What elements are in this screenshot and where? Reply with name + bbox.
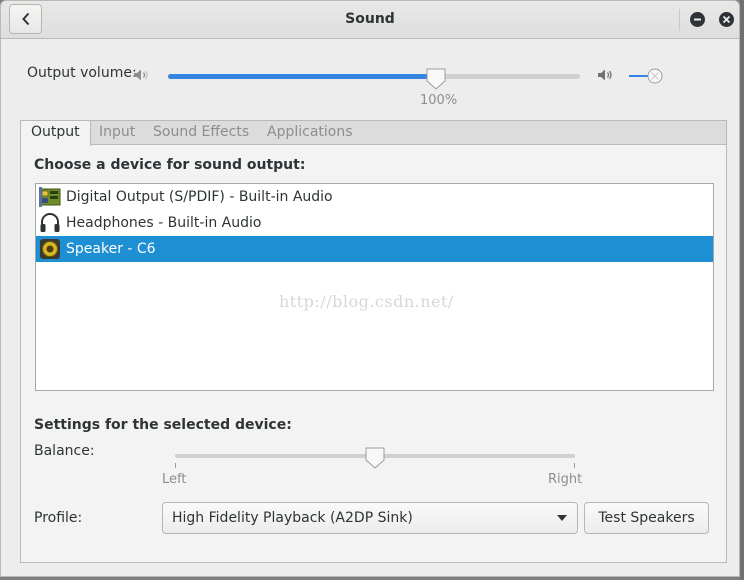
settings-heading: Settings for the selected device:: [34, 417, 292, 433]
device-row-headphones[interactable]: Headphones - Built-in Audio: [36, 210, 713, 236]
volume-slider-handle[interactable]: [425, 67, 447, 91]
device-label: Digital Output (S/PDIF) - Built-in Audio: [66, 189, 333, 205]
header-bar: Sound: [1, 1, 739, 39]
volume-slider[interactable]: [168, 74, 580, 79]
balance-right-label: Right: [548, 472, 583, 487]
header-separator: [679, 9, 680, 31]
chevron-down-icon: [557, 515, 567, 521]
speaker-low-icon: [134, 69, 148, 81]
balance-slider-handle[interactable]: [364, 446, 386, 470]
output-device-list[interactable]: Digital Output (S/PDIF) - Built-in Audio…: [35, 183, 714, 391]
audio-card-icon: [39, 186, 61, 208]
profile-label: Profile:: [34, 510, 83, 526]
device-row-digital-output[interactable]: Digital Output (S/PDIF) - Built-in Audio: [36, 184, 713, 210]
background-window-edge: [740, 0, 744, 580]
tab-input[interactable]: Input: [89, 121, 145, 145]
tab-output[interactable]: Output: [21, 121, 91, 146]
test-speakers-button[interactable]: Test Speakers: [584, 502, 709, 534]
close-icon: [722, 15, 731, 24]
output-volume-label: Output volume:: [27, 65, 137, 81]
headphones-icon: [39, 212, 61, 234]
balance-label: Balance:: [34, 443, 95, 459]
volume-percent-label: 100%: [420, 93, 458, 108]
sound-notebook: Output Input Sound Effects Applications …: [20, 120, 727, 563]
device-row-speaker[interactable]: Speaker - C6: [36, 236, 713, 262]
profile-dropdown-value: High Fidelity Playback (A2DP Sink): [172, 510, 413, 526]
balance-tick-left: [175, 463, 176, 468]
tab-sound-effects[interactable]: Sound Effects: [143, 121, 259, 145]
minimize-icon: [694, 18, 701, 21]
mini-level-slider[interactable]: [628, 67, 666, 85]
balance-tick-right: [574, 463, 575, 468]
tab-applications[interactable]: Applications: [257, 121, 363, 145]
sound-window: Sound Output volume: 100% Output Input S…: [0, 0, 740, 577]
device-label: Headphones - Built-in Audio: [66, 215, 262, 231]
minimize-button[interactable]: [690, 12, 705, 27]
window-title: Sound: [345, 11, 395, 27]
device-label: Speaker - C6: [66, 241, 156, 257]
output-device-heading: Choose a device for sound output:: [34, 157, 306, 173]
balance-left-label: Left: [162, 472, 187, 487]
profile-dropdown[interactable]: High Fidelity Playback (A2DP Sink): [162, 502, 578, 534]
speaker-icon: [39, 238, 61, 260]
tab-bar: Output Input Sound Effects Applications: [21, 121, 726, 146]
watermark-text: http://blog.csdn.net/: [279, 292, 454, 311]
speaker-high-icon: [598, 69, 612, 81]
volume-slider-fill: [168, 74, 436, 79]
close-button[interactable]: [719, 12, 734, 27]
